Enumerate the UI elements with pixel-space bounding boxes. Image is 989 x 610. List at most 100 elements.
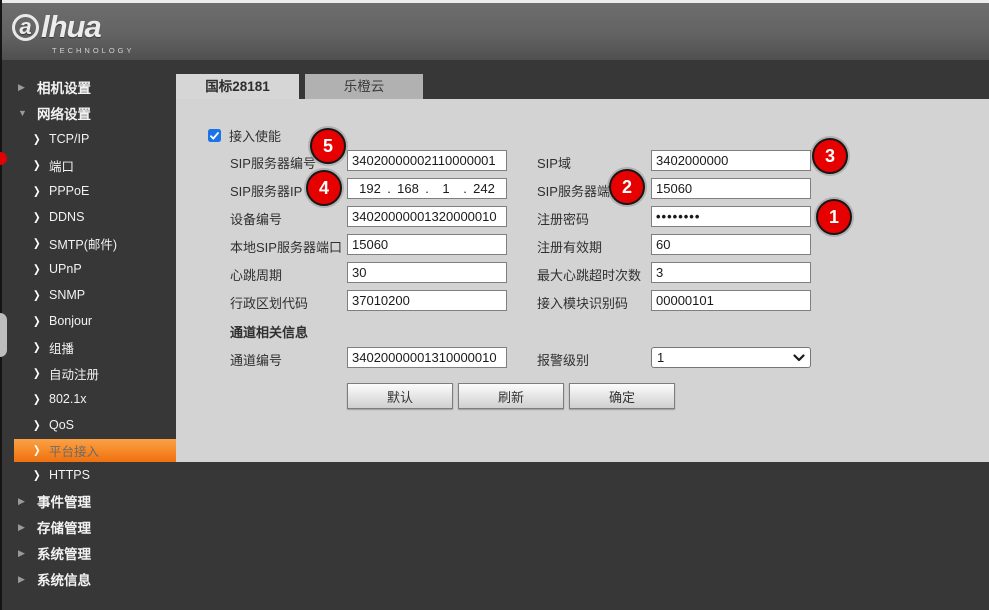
enable-access-label: 接入使能 [229,126,281,145]
max-heartbeat-timeout-label: 最大心跳超时次数 [537,265,641,284]
sidebar-item-label: 系统管理 [37,543,91,563]
sidebar-item-label: SNMP [49,288,85,302]
collapsed-arrow-icon: ▶ [18,548,31,559]
enable-access-checkbox[interactable] [208,129,221,142]
sidebar-item-tcpip[interactable]: ❯ TCP/IP [2,126,176,152]
alarm-level-select[interactable]: 1 [651,347,811,368]
sidebar-item-label: HTTPS [49,468,90,482]
alarm-level-value: 1 [657,350,793,365]
sidebar-item-label: DDNS [49,210,84,224]
refresh-button[interactable]: 刷新 [458,383,564,409]
chevron-right-icon: ❯ [33,158,42,171]
dahua-logo-a-icon: a [12,14,39,41]
ip-octet-3[interactable]: 1 [430,181,462,196]
channel-id-label: 通道编号 [230,350,282,369]
sip-server-id-input[interactable] [347,150,507,171]
dahua-logo-wordmark: a lhua [12,10,182,44]
dahua-logo: a lhua TECHNOLOGY [12,10,182,58]
ip-octet-2[interactable]: 168 [392,181,424,196]
sidebar-item-label: 组播 [49,338,74,357]
sip-server-ip-label: SIP服务器IP [230,181,302,200]
sidebar-item-label: 系统信息 [37,569,91,589]
sidebar-item-storage-management[interactable]: ▶ 存储管理 [2,514,176,540]
register-validity-input[interactable] [651,234,811,255]
sidebar-item-label: 网络设置 [37,103,91,123]
tab-lechengyun[interactable]: 乐橙云 [305,74,423,99]
sidebar-item-platform-access[interactable]: ❯ 平台接入 [14,439,176,462]
sidebar-item-camera-settings[interactable]: ▶ 相机设置 [2,74,176,100]
annotation-circle-3: 3 [812,138,848,174]
collapsed-arrow-icon: ▶ [18,82,31,93]
heartbeat-period-input[interactable] [347,262,507,283]
expanded-arrow-icon: ▼ [18,108,31,118]
sidebar-item-label: TCP/IP [49,132,89,146]
sidebar-item-bonjour[interactable]: ❯ Bonjour [2,308,176,334]
chevron-right-icon: ❯ [33,444,42,457]
sidebar-item-https[interactable]: ❯ HTTPS [2,462,176,488]
checkmark-icon [210,132,219,140]
sidebar-item-upnp[interactable]: ❯ UPnP [2,256,176,282]
annotation-circle-5: 5 [310,128,346,164]
chevron-right-icon: ❯ [33,236,42,249]
sidebar-item-network-settings[interactable]: ▼ 网络设置 [2,100,176,126]
chevron-right-icon: ❯ [33,184,42,197]
sidebar-item-label: 事件管理 [37,491,91,511]
annotation-circle-2: 2 [609,169,645,205]
sidebar-item-label: UPnP [49,262,82,276]
sidebar-item-multicast[interactable]: ❯ 组播 [2,334,176,360]
sip-domain-label: SIP域 [537,153,571,172]
sidebar-item-auto-register[interactable]: ❯ 自动注册 [2,360,176,386]
chevron-right-icon: ❯ [33,340,42,353]
sidebar-item-label: PPPoE [49,184,89,198]
sidebar-item-ddns[interactable]: ❯ DDNS [2,204,176,230]
channel-id-input[interactable] [347,347,507,368]
chevron-right-icon: ❯ [33,288,42,301]
sip-domain-input[interactable] [651,150,811,171]
tab-gb28181[interactable]: 国标28181 [176,74,299,99]
sip-server-port-input[interactable] [651,178,811,199]
chevron-right-icon: ❯ [33,392,42,405]
dahua-logo-subtitle: TECHNOLOGY [52,46,182,55]
window-left-edge [0,0,2,610]
heartbeat-period-label: 心跳周期 [230,265,282,284]
default-button[interactable]: 默认 [347,383,453,409]
chevron-right-icon: ❯ [33,418,42,431]
sip-server-ip-input[interactable]: 192 . 168 . 1 . 242 [347,178,507,199]
local-sip-port-label: 本地SIP服务器端口 [230,237,342,256]
chevron-right-icon: ❯ [33,262,42,275]
ip-octet-1[interactable]: 192 [354,181,386,196]
sidebar-item-label: QoS [49,418,74,432]
sidebar-item-snmp[interactable]: ❯ SNMP [2,282,176,308]
register-password-input[interactable] [651,206,811,227]
sidebar-item-system-info[interactable]: ▶ 系统信息 [2,566,176,592]
header-bar: a lhua TECHNOLOGY [0,3,989,60]
sidebar-item-pppoe[interactable]: ❯ PPPoE [2,178,176,204]
access-module-id-input[interactable] [651,290,811,311]
chevron-right-icon: ❯ [33,366,42,379]
admin-region-code-label: 行政区划代码 [230,293,308,312]
chevron-right-icon: ❯ [33,132,42,145]
annotation-circle-4: 4 [306,170,342,206]
sidebar-item-system-management[interactable]: ▶ 系统管理 [2,540,176,566]
register-validity-label: 注册有效期 [537,237,602,256]
enable-access-row: 接入使能 [208,126,281,145]
chevron-right-icon: ❯ [33,468,42,481]
local-sip-port-input[interactable] [347,234,507,255]
sidebar-item-label: 平台接入 [49,441,99,460]
admin-region-code-input[interactable] [347,290,507,311]
sidebar-item-smtp[interactable]: ❯ SMTP(邮件) [2,230,176,256]
device-id-input[interactable] [347,206,507,227]
sip-server-id-label: SIP服务器编号 [230,153,316,172]
sidebar-item-8021x[interactable]: ❯ 802.1x [2,386,176,412]
sidebar-item-port[interactable]: ❯ 端口 [2,152,176,178]
annotation-circle-1: 1 [816,199,852,235]
access-module-id-label: 接入模块识别码 [537,293,628,312]
sidebar-item-qos[interactable]: ❯ QoS [2,412,176,438]
confirm-button[interactable]: 确定 [569,383,675,409]
sidebar-collapse-handle[interactable] [0,313,7,357]
max-heartbeat-timeout-input[interactable] [651,262,811,283]
collapsed-arrow-icon: ▶ [18,496,31,507]
sidebar-item-event-management[interactable]: ▶ 事件管理 [2,488,176,514]
ip-octet-4[interactable]: 242 [468,181,500,196]
sidebar-item-label: SMTP(邮件) [49,234,117,253]
